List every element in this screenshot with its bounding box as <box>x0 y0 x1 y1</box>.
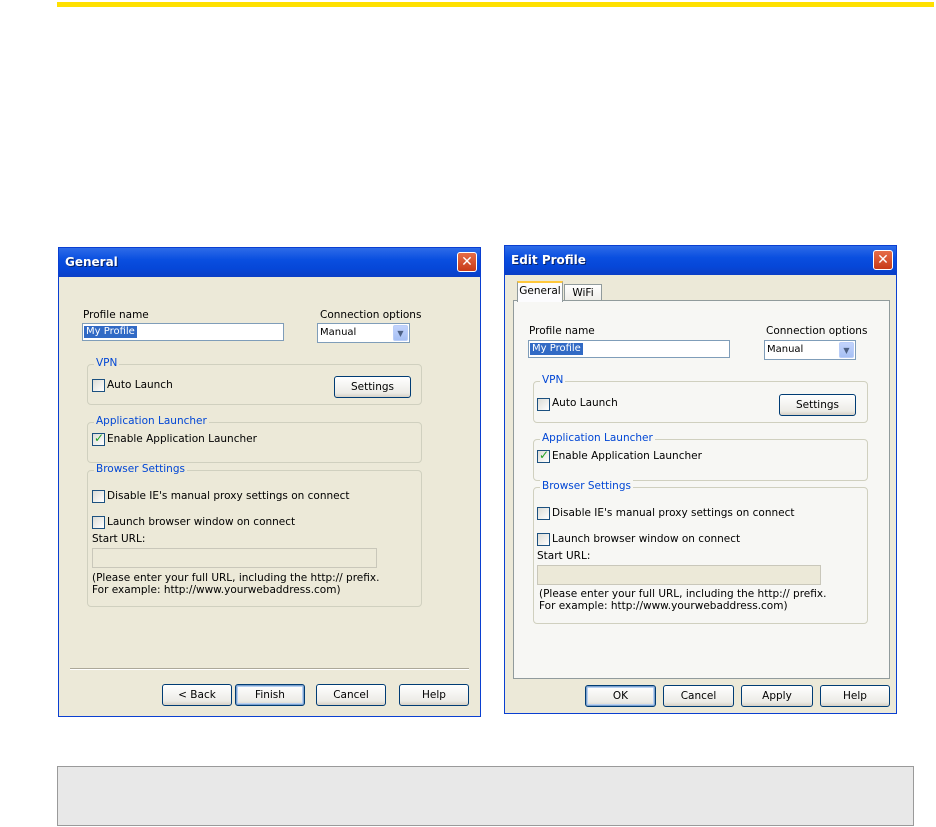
auto-launch-checkbox[interactable] <box>92 379 105 392</box>
browser-settings-group-title: Browser Settings <box>540 480 633 492</box>
window-title: Edit Profile <box>511 253 586 267</box>
apply-button[interactable]: Apply <box>741 685 813 707</box>
disable-proxy-label: Disable IE's manual proxy settings on co… <box>552 507 795 519</box>
cancel-button[interactable]: Cancel <box>316 684 386 706</box>
enable-application-launcher-label: Enable Application Launcher <box>107 433 257 445</box>
chevron-down-icon[interactable]: ▼ <box>393 325 408 341</box>
hint-line-1: (Please enter your full URL, including t… <box>92 572 380 584</box>
start-url-input[interactable] <box>537 565 821 585</box>
ok-button[interactable]: OK <box>585 685 656 707</box>
profile-name-label: Profile name <box>83 309 149 321</box>
browser-settings-group-title: Browser Settings <box>94 463 187 475</box>
close-button[interactable]: ✕ <box>873 250 893 270</box>
window-body: Profile name My Profile Connection optio… <box>62 277 477 713</box>
edit-profile-window: Edit Profile ✕ WiFi Profile name My Prof… <box>504 245 897 714</box>
profile-name-input[interactable]: My Profile <box>528 340 730 358</box>
help-button[interactable]: Help <box>820 685 890 707</box>
application-launcher-group-title: Application Launcher <box>94 415 209 427</box>
vpn-group-title: VPN <box>94 357 120 369</box>
application-launcher-group-title: Application Launcher <box>540 432 655 444</box>
vpn-group: VPN Auto Launch Settings <box>533 374 868 423</box>
close-icon: ✕ <box>877 252 889 268</box>
window-title: General <box>65 255 118 269</box>
hint-line-2: For example: http://www.yourwebaddress.c… <box>92 584 341 596</box>
connection-options-value: Manual <box>320 327 357 338</box>
hint-line-2: For example: http://www.yourwebaddress.c… <box>539 600 788 612</box>
general-window: General ✕ Profile name My Profile Connec… <box>58 247 481 717</box>
vpn-settings-button[interactable]: Settings <box>779 394 856 416</box>
launch-browser-label: Launch browser window on connect <box>107 516 296 528</box>
start-url-label: Start URL: <box>537 550 591 562</box>
connection-options-select[interactable]: Manual ▼ <box>317 323 410 343</box>
browser-settings-group: Browser Settings Disable IE's manual pro… <box>533 480 868 624</box>
application-launcher-group: Application Launcher ✓ Enable Applicatio… <box>87 415 422 463</box>
disable-proxy-checkbox[interactable] <box>92 490 105 503</box>
help-button[interactable]: Help <box>399 684 469 706</box>
separator <box>70 668 469 670</box>
profile-name-value: My Profile <box>84 326 137 338</box>
window-body: WiFi Profile name My Profile Connection … <box>508 275 893 710</box>
tab-general[interactable]: General <box>517 281 563 302</box>
cancel-button[interactable]: Cancel <box>663 685 734 707</box>
back-button[interactable]: < Back <box>162 684 232 706</box>
note-box <box>57 766 914 826</box>
profile-name-input[interactable]: My Profile <box>82 323 284 341</box>
launch-browser-checkbox[interactable] <box>92 516 105 529</box>
application-launcher-group: Application Launcher ✓ Enable Applicatio… <box>533 432 868 481</box>
close-icon: ✕ <box>461 254 473 270</box>
accent-bar <box>57 2 934 7</box>
enable-application-launcher-checkbox[interactable]: ✓ <box>537 448 550 463</box>
enable-application-launcher-label: Enable Application Launcher <box>552 450 702 462</box>
launch-browser-label: Launch browser window on connect <box>552 533 741 545</box>
chevron-down-icon[interactable]: ▼ <box>839 342 854 358</box>
title-bar[interactable]: General ✕ <box>59 248 480 277</box>
connection-options-label: Connection options <box>320 309 422 321</box>
disable-proxy-label: Disable IE's manual proxy settings on co… <box>107 490 350 502</box>
profile-name-value: My Profile <box>530 343 583 355</box>
hint-line-1: (Please enter your full URL, including t… <box>539 588 827 600</box>
vpn-settings-button[interactable]: Settings <box>334 376 411 398</box>
connection-options-label: Connection options <box>766 325 868 337</box>
auto-launch-label: Auto Launch <box>107 379 173 391</box>
checkmark-icon: ✓ <box>539 448 550 462</box>
connection-options-select[interactable]: Manual ▼ <box>764 340 856 360</box>
disable-proxy-checkbox[interactable] <box>537 507 550 520</box>
title-bar[interactable]: Edit Profile ✕ <box>505 246 896 275</box>
auto-launch-label: Auto Launch <box>552 397 618 409</box>
auto-launch-checkbox[interactable] <box>537 398 550 411</box>
profile-name-label: Profile name <box>529 325 595 337</box>
launch-browser-checkbox[interactable] <box>537 533 550 546</box>
browser-settings-group: Browser Settings Disable IE's manual pro… <box>87 463 422 607</box>
checkmark-icon: ✓ <box>94 431 105 445</box>
connection-options-value: Manual <box>767 344 804 355</box>
close-button[interactable]: ✕ <box>457 252 477 272</box>
enable-application-launcher-checkbox[interactable]: ✓ <box>92 431 105 446</box>
vpn-group: VPN Auto Launch Settings <box>87 357 422 405</box>
start-url-input[interactable] <box>92 548 377 568</box>
vpn-group-title: VPN <box>540 374 566 386</box>
finish-button[interactable]: Finish <box>235 684 305 706</box>
start-url-label: Start URL: <box>92 533 146 545</box>
tab-panel-general: Profile name My Profile Connection optio… <box>513 300 890 679</box>
